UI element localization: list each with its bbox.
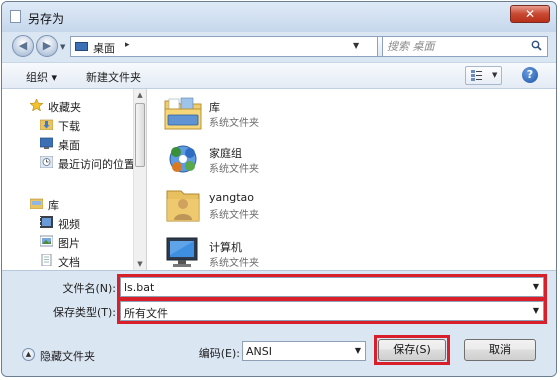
file-list: 库 系统文件夹 家庭组 系统文件夹 yangtao 系统文件夹 计算机 系统文件… xyxy=(147,89,556,270)
file-name: 家庭组 xyxy=(209,147,242,160)
desktop-icon xyxy=(40,137,53,149)
chevron-down-icon[interactable]: ▼ xyxy=(355,346,361,355)
download-folder-icon xyxy=(40,119,53,130)
sidebar-item-label: 桌面 xyxy=(58,139,80,152)
breadcrumb-separator[interactable]: ▸ xyxy=(125,40,130,50)
address-bar[interactable]: 桌面 ▸ ▼ xyxy=(70,36,378,57)
list-item[interactable]: 计算机 系统文件夹 xyxy=(147,233,407,275)
recent-pages-dropdown[interactable]: ▼ xyxy=(60,43,65,51)
homegroup-icon xyxy=(169,145,197,173)
navigation-pane: 收藏夹 下载 桌面 最近访问的位置 库 视频 图片 文档 xyxy=(2,89,135,270)
address-row: ◀ ▶ ▼ 桌面 ▸ ▼ ↻ xyxy=(2,32,556,60)
new-folder-button[interactable]: 新建文件夹 xyxy=(86,69,141,85)
pictures-icon xyxy=(40,235,53,247)
list-item[interactable]: 库 系统文件夹 xyxy=(147,93,407,135)
encoding-label: 编码(E): xyxy=(198,347,240,360)
sidebar-item-label: 视频 xyxy=(58,218,80,231)
window-title: 另存为 xyxy=(28,12,65,26)
file-type: 系统文件夹 xyxy=(209,210,259,221)
change-view-button[interactable]: ▼ xyxy=(465,66,502,85)
library-folder-icon xyxy=(164,97,202,130)
scroll-down-arrow[interactable]: ▼ xyxy=(134,260,146,268)
highlight-frame-savetype xyxy=(117,298,547,324)
view-details-icon xyxy=(471,70,482,81)
file-name: yangtao xyxy=(209,191,254,204)
file-name: 计算机 xyxy=(209,241,242,254)
file-type: 系统文件夹 xyxy=(209,258,259,269)
close-button[interactable]: ✕ xyxy=(510,5,550,23)
cancel-button[interactable]: 取消 xyxy=(464,339,536,361)
help-icon[interactable]: ? xyxy=(522,67,538,83)
highlight-frame-save xyxy=(374,335,450,365)
file-type: 系统文件夹 xyxy=(209,164,259,175)
sidebar-item-label: 文档 xyxy=(58,256,80,269)
user-folder-icon xyxy=(166,190,200,222)
file-name: 库 xyxy=(209,101,220,114)
search-box[interactable] xyxy=(382,36,548,57)
search-icon[interactable] xyxy=(531,40,542,51)
search-input[interactable] xyxy=(387,39,522,54)
encoding-value[interactable]: ANSI xyxy=(246,345,272,358)
scrollbar-thumb[interactable] xyxy=(135,103,145,167)
organize-button[interactable]: 组织 ▾ xyxy=(26,69,57,85)
recent-places-icon xyxy=(40,156,53,168)
sidebar-item-label: 下载 xyxy=(58,120,80,133)
sidebar-item-videos[interactable]: 视频 xyxy=(2,214,132,232)
filename-label: 文件名(N): xyxy=(62,282,116,295)
collapse-up-icon[interactable]: ▲ xyxy=(22,348,35,361)
save-options-panel: 文件名(N): ls.bat ▼ 保存类型(T): 所有文件 ▼ ▲ 隐藏文件夹… xyxy=(2,270,556,376)
desktop-icon xyxy=(75,42,88,51)
browser-area: 收藏夹 下载 桌面 最近访问的位置 库 视频 图片 文档 ▲ ▼ 库 系统文件夹… xyxy=(2,89,556,270)
sidebar-item-downloads[interactable]: 下载 xyxy=(2,116,132,134)
documents-icon xyxy=(41,254,52,266)
file-type: 系统文件夹 xyxy=(209,118,259,129)
computer-icon xyxy=(166,237,198,267)
sidebar-item-label: 图片 xyxy=(58,237,80,250)
back-button[interactable]: ◀ xyxy=(12,35,34,57)
star-icon xyxy=(30,99,43,111)
highlight-frame-filename xyxy=(117,274,547,300)
library-icon xyxy=(30,198,43,209)
breadcrumb-desktop[interactable]: 桌面 xyxy=(93,40,115,56)
sidebar-item-label: 库 xyxy=(48,199,59,212)
view-dropdown-icon[interactable]: ▼ xyxy=(492,71,497,79)
document-icon xyxy=(10,10,21,23)
sidebar-item-favorites[interactable]: 收藏夹 xyxy=(2,97,132,115)
scroll-up-arrow[interactable]: ▲ xyxy=(134,91,146,99)
encoding-select[interactable]: ANSI ▼ xyxy=(242,341,366,361)
savetype-label: 保存类型(T): xyxy=(52,306,116,319)
video-icon xyxy=(40,216,53,228)
sidebar-item-recent-places[interactable]: 最近访问的位置 xyxy=(2,154,135,172)
sidebar-item-pictures[interactable]: 图片 xyxy=(2,233,132,251)
sidebar-item-label: 收藏夹 xyxy=(48,101,81,114)
list-item[interactable]: 家庭组 系统文件夹 xyxy=(147,139,407,181)
sidebar-item-libraries[interactable]: 库 xyxy=(2,195,132,213)
save-as-dialog: 另存为 ✕ ◀ ▶ ▼ 桌面 ▸ ▼ ↻ 组织 ▾ 新建文件夹 xyxy=(1,1,557,377)
command-bar: 组织 ▾ 新建文件夹 ▼ ? xyxy=(2,62,556,89)
hide-folders-label[interactable]: 隐藏文件夹 xyxy=(40,348,95,364)
title-bar: 另存为 ✕ xyxy=(2,2,556,32)
list-item[interactable]: yangtao 系统文件夹 xyxy=(147,185,407,227)
address-dropdown-icon[interactable]: ▼ xyxy=(353,41,359,50)
sidebar-scrollbar[interactable]: ▲ ▼ xyxy=(133,89,147,270)
sidebar-item-documents[interactable]: 文档 xyxy=(2,252,132,270)
sidebar-item-desktop[interactable]: 桌面 xyxy=(2,135,132,153)
sidebar-item-label: 最近访问的位置 xyxy=(58,158,135,171)
forward-button[interactable]: ▶ xyxy=(36,35,58,57)
